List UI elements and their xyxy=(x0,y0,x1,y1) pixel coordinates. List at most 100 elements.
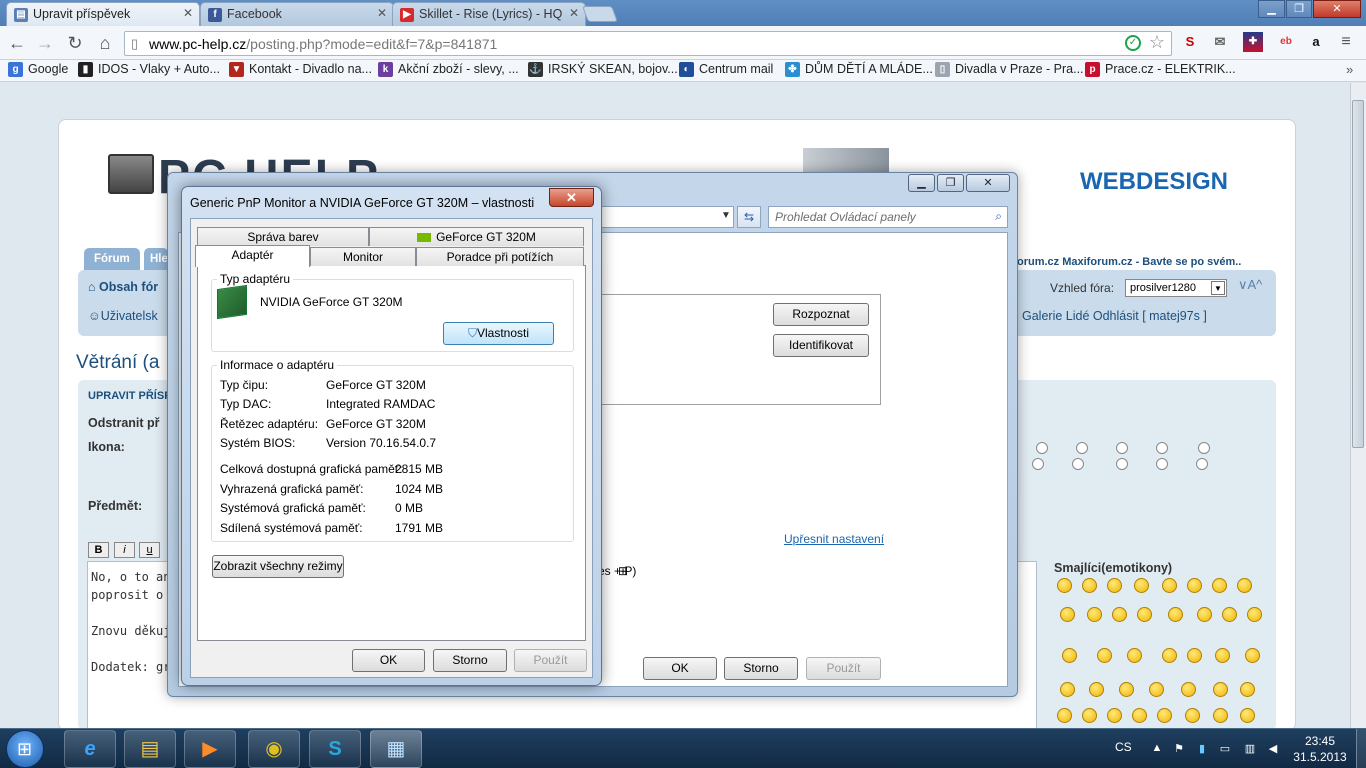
smiley-icon[interactable] xyxy=(1082,578,1097,593)
refresh-icon[interactable]: ⇆ xyxy=(737,206,761,228)
action-center-flag-icon[interactable]: ⚑ xyxy=(1172,742,1186,755)
cancel-button[interactable]: Storno xyxy=(433,649,507,672)
close-icon[interactable]: ✕ xyxy=(183,6,193,20)
properties-button[interactable]: ⛉Vlastnosti xyxy=(443,322,554,345)
reload-button[interactable]: ↻ xyxy=(64,32,86,54)
check-icon[interactable]: ✓ xyxy=(1125,35,1141,51)
page-title[interactable]: Větrání (a xyxy=(76,352,159,374)
detect-button[interactable]: Rozpoznat xyxy=(773,303,869,326)
search-input[interactable]: Prohledat Ovládací panely ⌕ xyxy=(768,206,1008,228)
bold-button[interactable]: B xyxy=(88,542,109,558)
extension-s-icon[interactable]: S xyxy=(1180,32,1200,52)
icon-radio[interactable] xyxy=(1198,442,1210,454)
smiley-icon[interactable] xyxy=(1162,578,1177,593)
start-button[interactable]: ⊞ xyxy=(6,730,44,768)
tab-monitor[interactable]: Monitor xyxy=(310,247,416,266)
bookmark-kontakt[interactable]: ▼ Kontakt - Divadlo na... xyxy=(229,62,372,79)
smiley-icon[interactable] xyxy=(1089,682,1104,697)
close-icon[interactable]: ✕ xyxy=(549,188,594,207)
power-icon[interactable]: ▭ xyxy=(1218,742,1232,755)
bookmark-prace-cz[interactable]: p Prace.cz - ELEKTRIK... xyxy=(1085,62,1236,79)
ebay-icon[interactable]: eb xyxy=(1276,32,1296,52)
scrollbar-thumb[interactable] xyxy=(1352,100,1364,448)
smiley-icon[interactable] xyxy=(1240,682,1255,697)
smiley-icon[interactable] xyxy=(1197,607,1212,622)
internet-explorer-icon[interactable]: e xyxy=(64,730,116,768)
tab-youtube[interactable]: ▶ Skillet - Rise (Lyrics) - HQ ✕ xyxy=(392,2,586,26)
list-all-modes-button[interactable]: Zobrazit všechny režimy xyxy=(212,555,344,578)
cp-cancel-button[interactable]: Storno xyxy=(724,657,798,680)
bookmark-centrum-mail[interactable]: ◐ Centrum mail xyxy=(679,62,773,79)
smiley-icon[interactable] xyxy=(1134,578,1149,593)
smiley-icon[interactable] xyxy=(1132,708,1147,723)
underline-button[interactable]: u xyxy=(139,542,160,558)
smiley-icon[interactable] xyxy=(1245,648,1260,663)
maximize-button[interactable]: ❐ xyxy=(1286,0,1312,18)
smiley-icon[interactable] xyxy=(1212,578,1227,593)
smiley-icon[interactable] xyxy=(1149,682,1164,697)
maximize-button[interactable]: ❐ xyxy=(937,174,964,192)
smiley-icon[interactable] xyxy=(1213,682,1228,697)
bookmark-divadla-v-praze[interactable]: ▯ Divadla v Praze - Pra... xyxy=(935,62,1084,79)
file-explorer-icon[interactable]: ▤ xyxy=(124,730,176,768)
smiley-icon[interactable] xyxy=(1057,708,1072,723)
uk-flag-icon[interactable]: ✚ xyxy=(1243,32,1263,52)
font-size-icon[interactable]: ∨A^ xyxy=(1238,277,1262,293)
amazon-icon[interactable]: a xyxy=(1306,32,1326,52)
tab-troubleshoot[interactable]: Poradce při potížích xyxy=(416,247,584,266)
tab-color-management[interactable]: Správa barev xyxy=(197,227,369,246)
user-links[interactable]: Galerie Lidé Odhlásit [ matej97s ] xyxy=(1022,309,1207,323)
minimize-button[interactable]: ▁ xyxy=(908,174,935,192)
language-indicator[interactable]: CS xyxy=(1115,740,1132,754)
address-bar[interactable]: ▯ www.pc-help.cz/posting.php?mode=edit&f… xyxy=(124,31,1172,56)
tray-app-icon[interactable]: ▮ xyxy=(1195,742,1209,755)
breadcrumb[interactable]: ⌂ Obsah fór xyxy=(88,280,158,294)
smiley-icon[interactable] xyxy=(1222,607,1237,622)
webdesign-banner[interactable]: WEBDESIGN xyxy=(1080,168,1228,196)
ok-button[interactable]: OK xyxy=(352,649,425,672)
smiley-icon[interactable] xyxy=(1107,578,1122,593)
close-icon[interactable]: ✕ xyxy=(377,6,387,20)
tab-forum[interactable]: Fórum xyxy=(84,248,140,270)
icon-radio[interactable] xyxy=(1032,458,1044,470)
smiley-icon[interactable] xyxy=(1087,607,1102,622)
close-window-button[interactable]: ✕ xyxy=(1313,0,1361,18)
tab-upravit-prispevek[interactable]: ▤ Upravit příspěvek ✕ xyxy=(6,2,200,26)
smiley-icon[interactable] xyxy=(1060,682,1075,697)
cp-ok-button[interactable]: OK xyxy=(643,657,717,680)
minimize-button[interactable]: ▁ xyxy=(1258,0,1285,18)
media-player-icon[interactable]: ▶ xyxy=(184,730,236,768)
smiley-icon[interactable] xyxy=(1057,578,1072,593)
smiley-icon[interactable] xyxy=(1213,708,1228,723)
bookmark-idos[interactable]: ▮ IDOS - Vlaky + Auto... xyxy=(78,62,220,79)
clock[interactable]: 23:45 31.5.2013 xyxy=(1290,733,1350,765)
smiley-icon[interactable] xyxy=(1187,648,1202,663)
theme-select[interactable]: prosilver1280 ▼ xyxy=(1125,279,1227,297)
close-icon[interactable]: ✕ xyxy=(569,6,579,20)
smiley-icon[interactable] xyxy=(1112,607,1127,622)
chevron-down-icon[interactable]: ▼ xyxy=(721,210,731,221)
bookmark-irsky-skean[interactable]: ⚓ IRSKÝ SKEAN, bojov... xyxy=(528,62,678,79)
icon-radio[interactable] xyxy=(1116,458,1128,470)
tab-facebook[interactable]: f Facebook ✕ xyxy=(200,2,394,26)
tab-adapter[interactable]: Adaptér xyxy=(195,245,310,267)
cp-apply-button[interactable]: Použít xyxy=(806,657,881,680)
show-desktop-button[interactable] xyxy=(1356,729,1366,768)
smiley-icon[interactable] xyxy=(1247,607,1262,622)
address-field[interactable] xyxy=(600,206,734,228)
network-icon[interactable]: ▥ xyxy=(1243,742,1257,755)
smiley-icon[interactable] xyxy=(1060,607,1075,622)
smiley-icon[interactable] xyxy=(1168,607,1183,622)
partner-links[interactable]: orum.cz Maxiforum.cz - Bavte se po svém.… xyxy=(1017,256,1241,268)
icon-radio[interactable] xyxy=(1196,458,1208,470)
smiley-icon[interactable] xyxy=(1127,648,1142,663)
smiley-icon[interactable] xyxy=(1082,708,1097,723)
back-button[interactable]: ← xyxy=(6,32,28,54)
italic-button[interactable]: i xyxy=(114,542,135,558)
smiley-icon[interactable] xyxy=(1187,578,1202,593)
apply-button[interactable]: Použít xyxy=(514,649,587,672)
close-window-button[interactable]: ✕ xyxy=(966,174,1010,192)
smiley-icon[interactable] xyxy=(1119,682,1134,697)
icon-radio[interactable] xyxy=(1076,442,1088,454)
new-tab-button[interactable] xyxy=(582,6,618,22)
